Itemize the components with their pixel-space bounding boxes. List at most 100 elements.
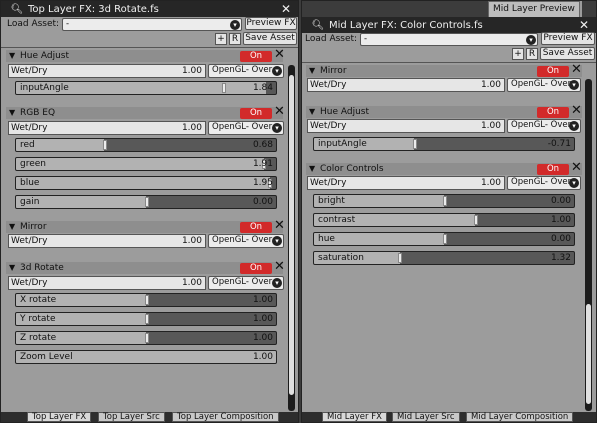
param-label: Zoom Level (20, 352, 73, 362)
on-toggle[interactable]: On (537, 66, 569, 77)
scrollbar-thumb[interactable] (289, 75, 294, 395)
blend-mode-select[interactable]: OpenGL- Over ▾ (507, 78, 581, 92)
tab-mid-layer-src[interactable]: Mid Layer Src (392, 412, 460, 422)
save-asset-button[interactable]: Save Asset (540, 47, 595, 60)
on-toggle[interactable]: On (240, 51, 272, 62)
wet-dry-slider[interactable]: Wet/Dry 1.00 (307, 176, 505, 190)
on-toggle[interactable]: On (240, 222, 272, 233)
param-slider-x-rotate[interactable]: X rotate 1.00 (15, 293, 277, 307)
effect-header-hue-adjust[interactable]: ▼ Hue Adjust On ✕ (6, 48, 285, 62)
close-icon[interactable]: ✕ (274, 219, 285, 233)
wet-dry-slider[interactable]: Wet/Dry 1.00 (307, 119, 505, 133)
wet-dry-slider[interactable]: Wet/Dry 1.00 (8, 64, 206, 78)
reset-button[interactable]: R (526, 48, 538, 60)
wet-dry-slider[interactable]: Wet/Dry 1.00 (8, 234, 206, 248)
preview-fx-button[interactable]: Preview FX (245, 17, 297, 30)
param-value: 1.00 (252, 352, 273, 362)
slider-knob[interactable] (145, 333, 149, 343)
effect-header-hue-adjust[interactable]: ▼ Hue Adjust On ✕ (306, 104, 582, 118)
close-icon[interactable]: ✕ (274, 48, 285, 62)
on-toggle[interactable]: On (240, 263, 272, 274)
wet-dry-value: 1.00 (181, 278, 202, 288)
wet-dry-label: Wet/Dry (11, 66, 48, 76)
blend-mode-select[interactable]: OpenGL- Over ▾ (507, 176, 581, 190)
load-asset-label: Load Asset: (305, 34, 358, 44)
param-slider-bright[interactable]: bright 0.00 (313, 194, 575, 208)
preview-fx-button[interactable]: Preview FX (541, 32, 595, 45)
add-button[interactable]: + (512, 48, 524, 60)
tab-mid-layer-composition[interactable]: Mid Layer Composition (466, 412, 574, 422)
effect-header-3d-rotate[interactable]: ▼ 3d Rotate On ✕ (6, 260, 285, 274)
tab-top-layer-fx[interactable]: Top Layer FX (27, 412, 92, 422)
mid-layer-fx-panel: Mid Layer Preview 🔍︎ Mid Layer FX: Color… (301, 0, 597, 423)
tab-mid-layer-preview[interactable]: Mid Layer Preview (488, 1, 580, 17)
effect-header-rgb-eq[interactable]: ▼ RGB EQ On ✕ (6, 105, 285, 119)
tab-top-layer-composition[interactable]: Top Layer Composition (172, 412, 279, 422)
close-icon[interactable]: ✕ (579, 17, 589, 33)
tab-mid-layer-fx[interactable]: Mid Layer FX (322, 412, 387, 422)
close-icon[interactable]: ✕ (571, 161, 582, 175)
reset-button[interactable]: R (229, 33, 241, 45)
close-icon[interactable]: ✕ (281, 1, 291, 17)
param-slider-blue[interactable]: blue 1.95 (15, 176, 277, 190)
param-slider-saturation[interactable]: saturation 1.32 (313, 251, 575, 265)
disclosure-triangle-icon[interactable]: ▼ (9, 221, 15, 233)
blend-mode-select[interactable]: OpenGL- Over ▾ (208, 64, 284, 78)
on-toggle[interactable]: On (537, 107, 569, 118)
slider-knob[interactable] (145, 314, 149, 324)
disclosure-triangle-icon[interactable]: ▼ (9, 107, 15, 119)
scrollbar-thumb[interactable] (586, 304, 591, 404)
param-slider-inputangle[interactable]: inputAngle -0.71 (313, 137, 575, 151)
on-toggle[interactable]: On (240, 108, 272, 119)
close-icon[interactable]: ✕ (274, 260, 285, 274)
effect-header-color-controls[interactable]: ▼ Color Controls On ✕ (306, 161, 582, 175)
blend-mode-select[interactable]: OpenGL- Over ▾ (507, 119, 581, 133)
slider-knob[interactable] (398, 253, 402, 263)
slider-knob[interactable] (103, 140, 107, 150)
blend-mode-select[interactable]: OpenGL- Over ▾ (208, 276, 284, 290)
effect-header-mirror[interactable]: ▼ Mirror On ✕ (6, 219, 285, 233)
param-slider-inputangle[interactable]: inputAngle 1.84 (15, 81, 277, 95)
slider-knob[interactable] (145, 295, 149, 305)
close-icon[interactable]: ✕ (571, 63, 582, 77)
close-icon[interactable]: ✕ (571, 104, 582, 118)
wet-dry-slider[interactable]: Wet/Dry 1.00 (307, 78, 505, 92)
vertical-scrollbar[interactable] (288, 65, 295, 411)
param-slider-contrast[interactable]: contrast 1.00 (313, 213, 575, 227)
slider-knob[interactable] (443, 234, 447, 244)
wet-dry-slider[interactable]: Wet/Dry 1.00 (8, 121, 206, 135)
slider-knob[interactable] (413, 139, 417, 149)
param-slider-y-rotate[interactable]: Y rotate 1.00 (15, 312, 277, 326)
close-icon[interactable]: ✕ (274, 105, 285, 119)
disclosure-triangle-icon[interactable]: ▼ (9, 50, 15, 62)
load-asset-select[interactable]: - ▾ (62, 18, 242, 31)
param-slider-z-rotate[interactable]: Z rotate 1.00 (15, 331, 277, 345)
slider-knob[interactable] (443, 196, 447, 206)
effect-header-mirror[interactable]: ▼ Mirror On ✕ (306, 63, 582, 77)
load-asset-select[interactable]: - ▾ (360, 33, 538, 46)
disclosure-triangle-icon[interactable]: ▼ (309, 163, 315, 175)
vertical-scrollbar[interactable] (585, 79, 592, 411)
slider-knob[interactable] (222, 83, 226, 93)
wet-dry-slider[interactable]: Wet/Dry 1.00 (8, 276, 206, 290)
param-slider-green[interactable]: green 1.91 (15, 157, 277, 171)
blend-mode-select[interactable]: OpenGL- Over ▾ (208, 121, 284, 135)
blend-mode-select[interactable]: OpenGL- Over ▾ (208, 234, 284, 248)
disclosure-triangle-icon[interactable]: ▼ (9, 262, 15, 274)
param-slider-gain[interactable]: gain 0.00 (15, 195, 277, 209)
on-toggle[interactable]: On (537, 164, 569, 175)
tab-top-layer-src[interactable]: Top Layer Src (98, 412, 165, 422)
param-value: 1.95 (252, 178, 273, 188)
param-slider-hue[interactable]: hue 0.00 (313, 232, 575, 246)
blend-mode-value: OpenGL- Over (212, 122, 273, 132)
search-icon[interactable]: 🔍︎ (10, 4, 24, 15)
search-icon[interactable]: 🔍︎ (311, 20, 325, 31)
param-slider-red[interactable]: red 0.68 (15, 138, 277, 152)
save-asset-button[interactable]: Save Asset (243, 32, 297, 45)
slider-knob[interactable] (145, 197, 149, 207)
disclosure-triangle-icon[interactable]: ▼ (309, 65, 315, 77)
slider-knob[interactable] (474, 215, 478, 225)
add-button[interactable]: + (215, 33, 227, 45)
disclosure-triangle-icon[interactable]: ▼ (309, 106, 315, 118)
param-slider-zoom-level[interactable]: Zoom Level 1.00 (15, 350, 277, 364)
